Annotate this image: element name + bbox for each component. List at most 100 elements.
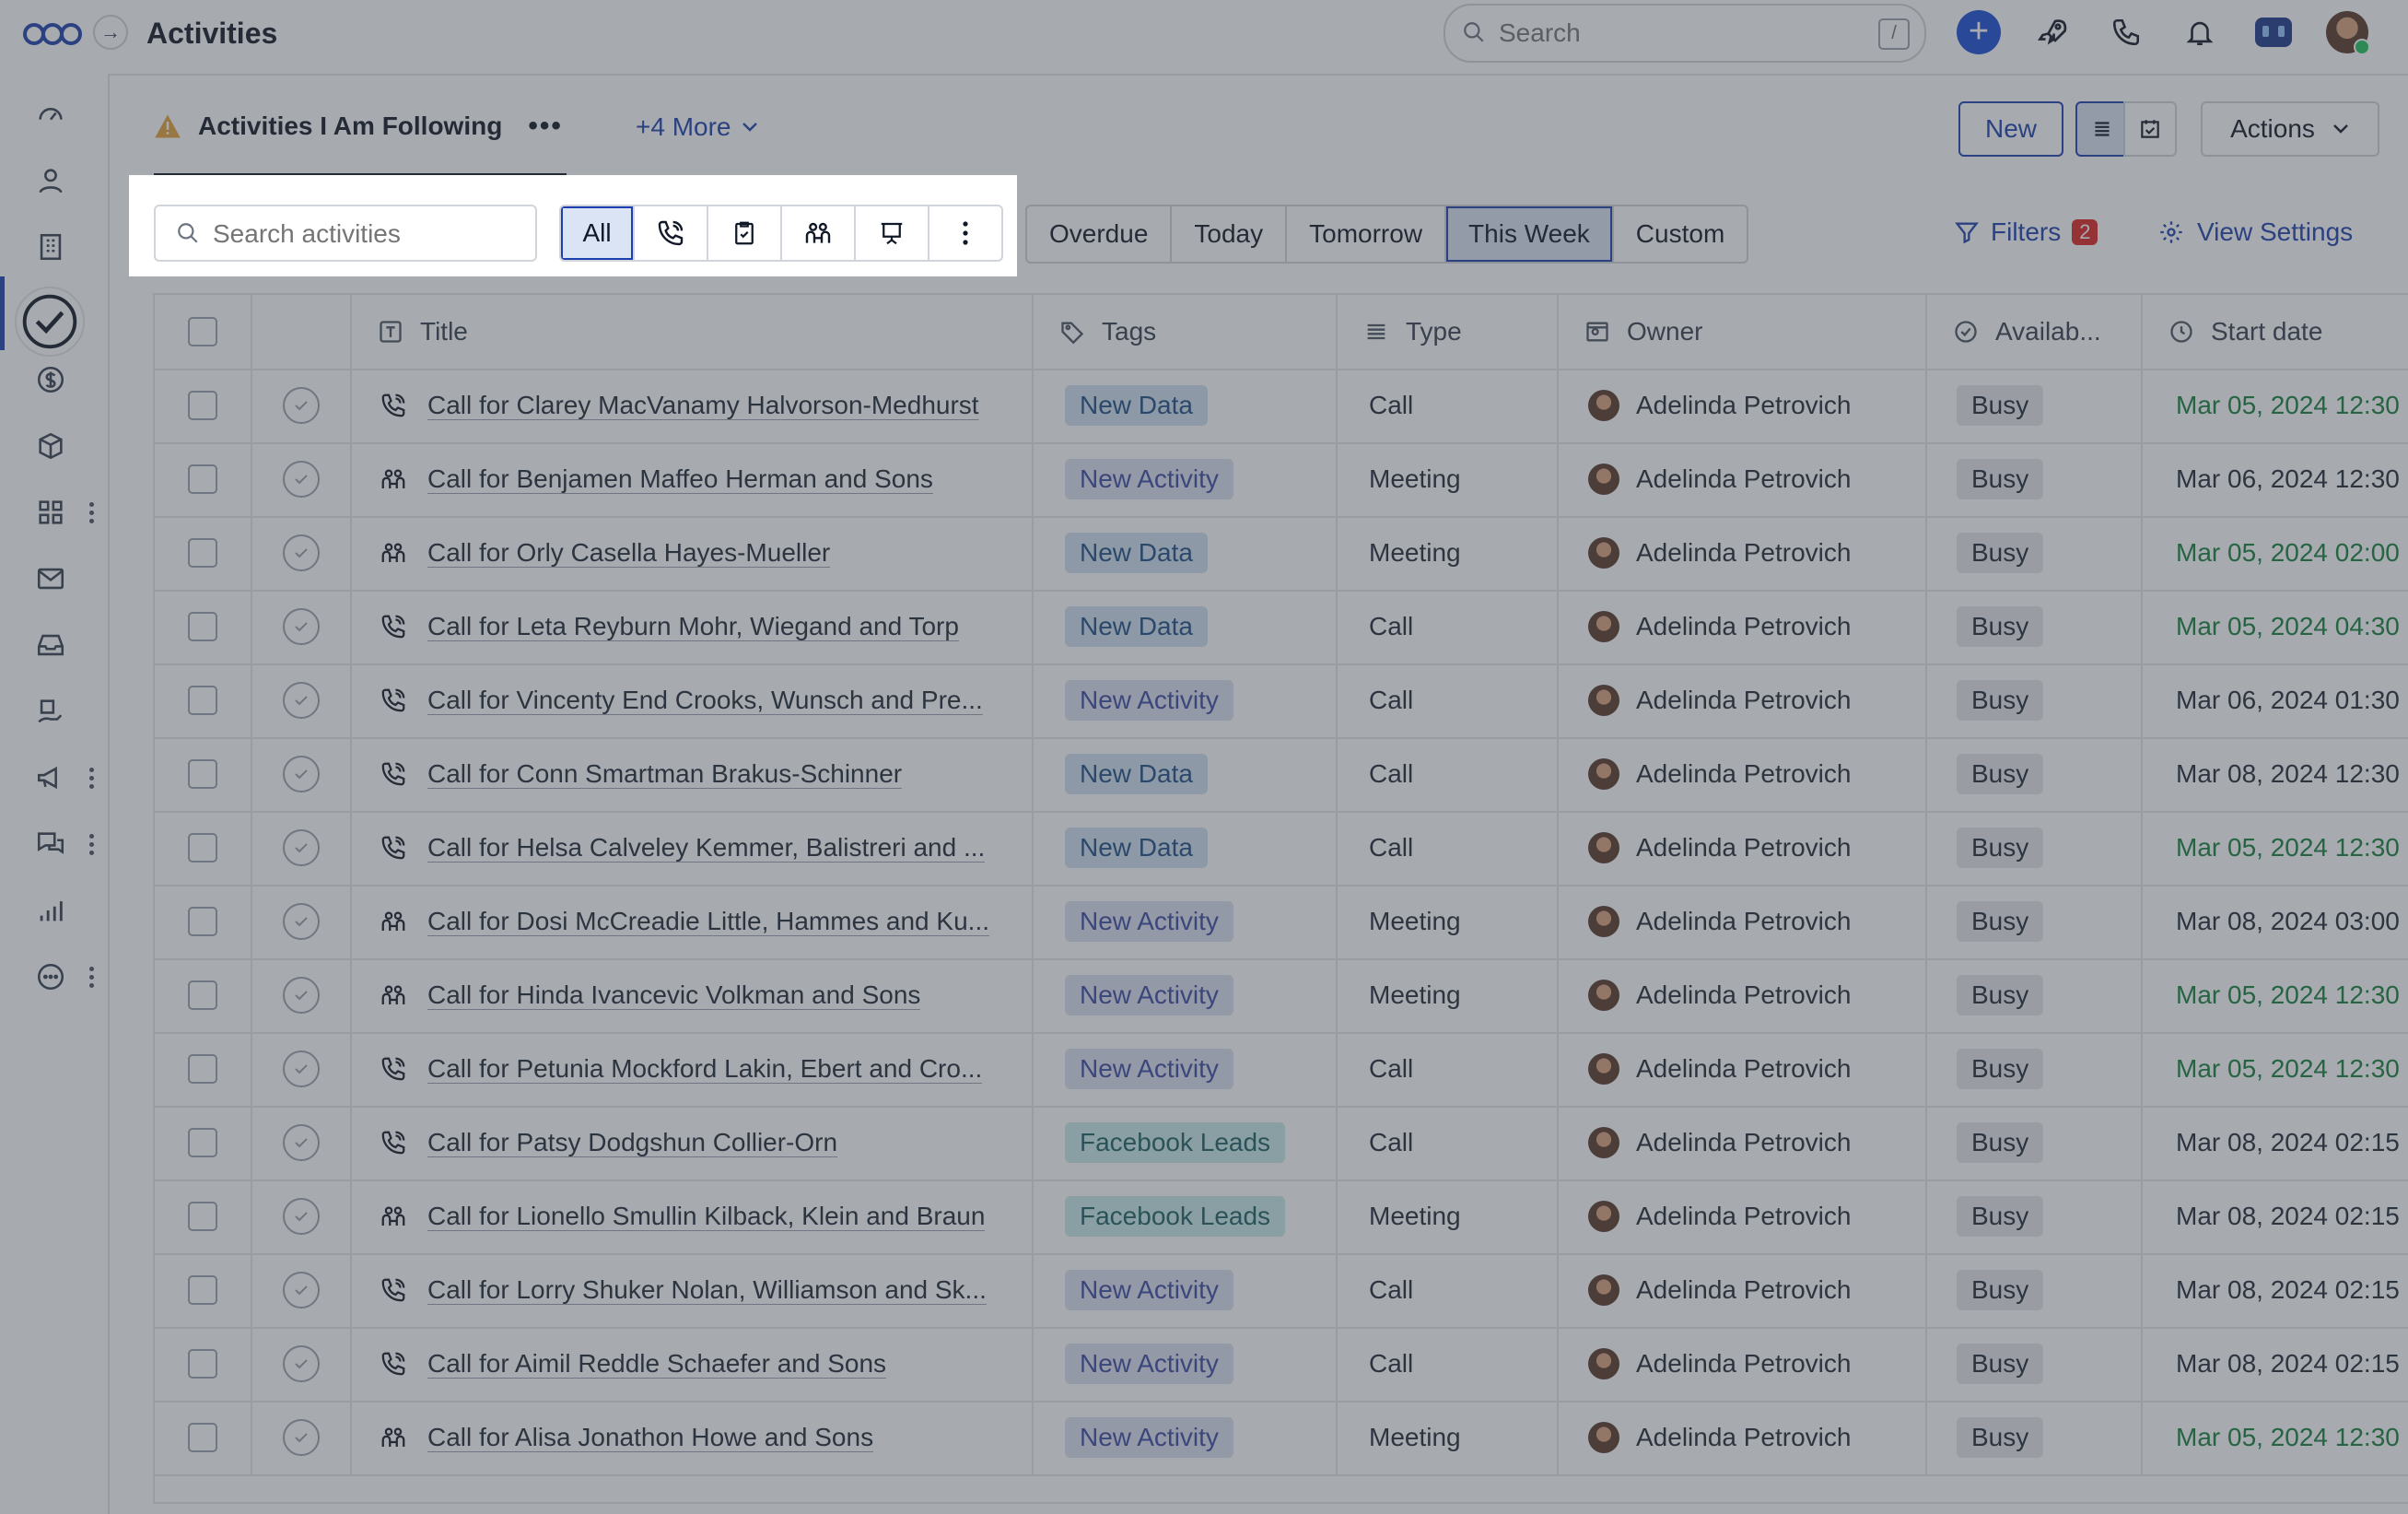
nav-sales[interactable] — [29, 690, 72, 733]
tag-badge[interactable]: New Data — [1065, 385, 1208, 426]
app-logo-icon[interactable] — [22, 17, 83, 52]
mark-done-button[interactable] — [283, 1050, 320, 1087]
col-owner-header[interactable]: Owner — [1559, 295, 1927, 369]
nav-email[interactable] — [29, 557, 72, 600]
table-row[interactable]: Call for Dosi McCreadie Little, Hammes a… — [155, 885, 2408, 960]
nav-apps-more-icon[interactable] — [87, 497, 96, 528]
owner-name[interactable]: Adelinda Petrovich — [1636, 1128, 1851, 1157]
new-activity-button[interactable]: New — [1958, 101, 2063, 157]
table-row[interactable]: Call for Orly Casella Hayes-Mueller New D… — [155, 516, 2408, 592]
activity-title-link[interactable]: Call for Alisa Jonathon Howe and Sons — [427, 1423, 873, 1452]
nav-campaigns[interactable] — [29, 757, 72, 799]
nav-apps[interactable] — [29, 491, 72, 534]
create-button[interactable]: + — [1956, 9, 2002, 55]
activity-title-link[interactable]: Call for Patsy Dodgshun Collier-Orn — [427, 1128, 837, 1157]
row-checkbox[interactable] — [188, 1275, 217, 1305]
col-tags-header[interactable]: Tags — [1034, 295, 1338, 369]
activity-title-link[interactable]: Call for Aimil Reddle Schaefer and Sons — [427, 1349, 886, 1379]
type-filter-task[interactable] — [708, 206, 782, 260]
tag-badge[interactable]: New Activity — [1065, 459, 1233, 499]
mark-done-button[interactable] — [283, 756, 320, 792]
date-range-today[interactable]: Today — [1172, 206, 1288, 262]
view-options-icon[interactable]: ••• — [528, 111, 563, 142]
nav-more[interactable] — [29, 956, 72, 998]
mark-done-button[interactable] — [283, 1272, 320, 1309]
notifications-button[interactable] — [2177, 9, 2223, 55]
nav-products[interactable] — [29, 425, 72, 467]
nav-conversations[interactable] — [29, 823, 72, 865]
tag-badge[interactable]: New Activity — [1065, 1417, 1233, 1458]
filters-button[interactable]: Filters 2 — [1954, 217, 2098, 247]
table-row[interactable]: Call for Helsa Calveley Kemmer, Balistre… — [155, 811, 2408, 886]
table-row[interactable]: Call for Patsy Dodgshun Collier-Orn Faceb… — [155, 1106, 2408, 1181]
view-settings-button[interactable]: View Settings — [2158, 217, 2353, 247]
row-checkbox[interactable] — [188, 980, 217, 1010]
row-checkbox[interactable] — [188, 612, 217, 641]
table-row[interactable]: Call for Benjamen Maffeo Herman and Sons… — [155, 442, 2408, 518]
table-row[interactable]: Call for Lorry Shuker Nolan, Williamson … — [155, 1253, 2408, 1329]
owner-name[interactable]: Adelinda Petrovich — [1636, 1202, 1851, 1231]
col-type-header[interactable]: Type — [1338, 295, 1559, 369]
nav-conversations-more-icon[interactable] — [87, 828, 96, 860]
phone-button[interactable] — [2103, 9, 2149, 55]
row-checkbox[interactable] — [188, 1423, 217, 1452]
activity-title-link[interactable]: Call for Conn Smartman Brakus-Schinner — [427, 759, 902, 789]
mark-done-button[interactable] — [283, 1124, 320, 1161]
tag-badge[interactable]: New Activity — [1065, 975, 1233, 1015]
nav-reports[interactable] — [29, 889, 72, 932]
nav-campaigns-more-icon[interactable] — [87, 762, 96, 793]
nav-dashboard[interactable] — [29, 93, 72, 135]
activity-title-link[interactable]: Call for Clarey MacVanamy Halvorson-Medh… — [427, 391, 979, 420]
row-checkbox[interactable] — [188, 907, 217, 936]
owner-name[interactable]: Adelinda Petrovich — [1636, 686, 1851, 715]
row-checkbox[interactable] — [188, 759, 217, 789]
owner-name[interactable]: Adelinda Petrovich — [1636, 1423, 1851, 1452]
col-title-header[interactable]: Title — [352, 295, 1034, 369]
global-search-input[interactable] — [1497, 15, 1851, 52]
row-checkbox[interactable] — [188, 1349, 217, 1379]
mark-done-button[interactable] — [283, 387, 320, 424]
mark-done-button[interactable] — [283, 1419, 320, 1456]
owner-name[interactable]: Adelinda Petrovich — [1636, 1054, 1851, 1084]
activity-title-link[interactable]: Call for Dosi McCreadie Little, Hammes a… — [427, 907, 989, 936]
nav-contacts[interactable] — [29, 159, 72, 202]
date-range-this-week[interactable]: This Week — [1446, 206, 1614, 262]
expand-sidebar-button[interactable]: → — [93, 15, 128, 50]
table-row[interactable]: Call for Conn Smartman Brakus-Schinner Ne… — [155, 737, 2408, 813]
tag-badge[interactable]: Facebook Leads — [1065, 1196, 1286, 1237]
activity-title-link[interactable]: Call for Helsa Calveley Kemmer, Balistre… — [427, 833, 985, 863]
activity-title-link[interactable]: Call for Hinda Ivancevic Volkman and Son… — [427, 980, 920, 1010]
rocket-button[interactable] — [2029, 9, 2075, 55]
activity-title-link[interactable]: Call for Petunia Mockford Lakin, Ebert a… — [427, 1054, 982, 1084]
nav-deals[interactable] — [29, 358, 72, 401]
activity-title-link[interactable]: Call for Vincenty End Crooks, Wunsch and… — [427, 686, 983, 715]
row-checkbox[interactable] — [188, 538, 217, 568]
owner-name[interactable]: Adelinda Petrovich — [1636, 833, 1851, 863]
activity-search-input[interactable] — [211, 216, 519, 252]
col-availability-header[interactable]: Availab... — [1927, 295, 2143, 369]
date-range-custom[interactable]: Custom — [1614, 206, 1747, 262]
tag-badge[interactable]: Facebook Leads — [1065, 1122, 1286, 1163]
tag-badge[interactable]: New Activity — [1065, 1049, 1233, 1089]
owner-name[interactable]: Adelinda Petrovich — [1636, 1275, 1851, 1305]
owner-name[interactable]: Adelinda Petrovich — [1636, 980, 1851, 1010]
activity-title-link[interactable]: Call for Lionello Smullin Kilback, Klein… — [427, 1202, 985, 1231]
table-row[interactable]: Call for Aimil Reddle Schaefer and Sons N… — [155, 1327, 2408, 1403]
activity-search[interactable] — [154, 205, 537, 262]
type-filter-presentation[interactable] — [856, 206, 929, 260]
row-checkbox[interactable] — [188, 833, 217, 863]
tag-badge[interactable]: New Data — [1065, 827, 1208, 868]
col-start-date-header[interactable]: Start date — [2143, 295, 2408, 369]
nav-activities[interactable] — [13, 285, 87, 358]
tag-badge[interactable]: New Activity — [1065, 1344, 1233, 1384]
row-checkbox[interactable] — [188, 1128, 217, 1157]
row-checkbox[interactable] — [188, 1054, 217, 1084]
tag-badge[interactable]: New Activity — [1065, 901, 1233, 942]
date-range-tomorrow[interactable]: Tomorrow — [1287, 206, 1447, 262]
type-filter-meeting[interactable] — [782, 206, 856, 260]
more-views-dropdown[interactable]: +4 More — [636, 112, 759, 142]
owner-name[interactable]: Adelinda Petrovich — [1636, 1349, 1851, 1379]
select-all-checkbox[interactable] — [188, 317, 217, 346]
mark-done-button[interactable] — [283, 903, 320, 940]
table-row[interactable]: Call for Vincenty End Crooks, Wunsch and… — [155, 663, 2408, 739]
